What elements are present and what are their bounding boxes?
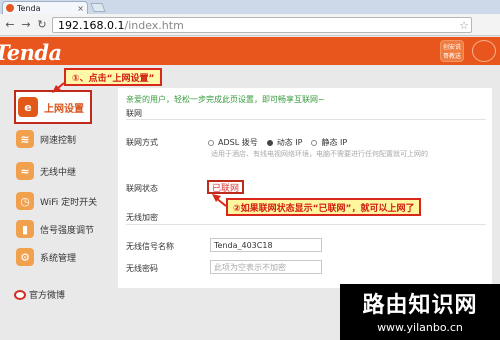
connection-status-label: 联网状态 [126, 184, 158, 193]
wireless-password-label: 无线密码 [126, 264, 158, 273]
sidebar-nav: e 上网设置 ≋ 网速控制 ≈ 无线中继 ◷ WiFi 定时开关 ▮ 信号强度调… [10, 88, 106, 308]
badge-line-2: 哥教送 [442, 53, 461, 60]
tenda-favicon-icon [6, 4, 14, 12]
official-weibo-link[interactable]: 官方微博 [14, 288, 65, 301]
site-watermark: 路由知识网 www.yilanbo.cn [340, 284, 500, 340]
sidebar-item-speed-control[interactable]: ≋ 网速控制 [16, 126, 104, 152]
timer-icon: ◷ [16, 192, 34, 210]
new-tab-button[interactable] [90, 3, 106, 12]
section-internet-heading: 联网 [126, 109, 142, 118]
radio-label: 静态 IP [321, 138, 348, 147]
speed-icon: ≋ [16, 130, 34, 148]
connection-type-hint: 适用于酒店、有线电视网络环境，电脑不需要进行任何配置就可上网的 [211, 150, 428, 158]
main-panel: 亲爱的用户，轻松一步完成此页设置，即可畅享互联网~ 联网 联网方式 ADSL 拨… [118, 88, 492, 288]
sidebar-item-wifi-timer[interactable]: ◷ WiFi 定时开关 [16, 188, 104, 214]
address-bar[interactable]: 192.168.0.1/index.htm ☆ [52, 17, 472, 33]
gear-icon: ⚙ [16, 248, 34, 266]
ssid-label: 无线信号名称 [126, 242, 174, 251]
radio-adsl[interactable]: ADSL 拨号 [208, 137, 258, 148]
sidebar-item-label: 网速控制 [40, 135, 77, 146]
greeting-text: 亲爱的用户，轻松一步完成此页设置，即可畅享互联网~ [126, 95, 325, 104]
internet-icon: e [18, 97, 38, 117]
wireless-password-input[interactable] [210, 260, 322, 274]
bookmark-star-icon[interactable]: ☆ [459, 19, 469, 32]
sidebar-item-system-management[interactable]: ⚙ 系统管理 [16, 244, 104, 270]
section-wireless-heading: 无线加密 [126, 213, 158, 222]
tab-close-icon[interactable]: × [77, 4, 84, 13]
watermark-title: 路由知识网 [362, 293, 478, 318]
sidebar-item-internet-settings[interactable]: e 上网设置 [14, 90, 92, 124]
sidebar-item-label: WiFi 定时开关 [40, 197, 98, 208]
url-path: /index.htm [124, 18, 184, 32]
radio-static-ip[interactable]: 静态 IP [311, 137, 347, 148]
step2-callout: ②如果联网状态显示“已联网”，就可以上网了 [226, 198, 422, 216]
brand-badge: 创安说 哥教送 [440, 40, 464, 62]
weibo-label: 官方微博 [29, 291, 66, 301]
section-divider [126, 224, 486, 225]
section-divider [126, 119, 486, 120]
sidebar-item-signal-strength[interactable]: ▮ 信号强度调节 [16, 216, 104, 242]
ssid-input[interactable] [210, 238, 322, 252]
browser-tabstrip: Tenda × [0, 0, 500, 14]
connection-type-radios: ADSL 拨号 动态 IP 静态 IP [208, 137, 356, 148]
sidebar-item-wireless-repeater[interactable]: ≈ 无线中继 [16, 158, 104, 184]
sidebar-item-label: 无线中继 [40, 167, 77, 178]
radio-dynamic-ip[interactable]: 动态 IP [266, 137, 303, 148]
weibo-icon [14, 289, 26, 300]
url-host: 192.168.0.1 [58, 18, 125, 32]
badge-line-1: 创安说 [442, 44, 461, 51]
browser-toolbar: ← → ↻ 192.168.0.1/index.htm ☆ [0, 14, 500, 36]
radio-button[interactable] [266, 139, 273, 146]
browser-tab[interactable]: Tenda × [2, 1, 88, 14]
tenda-logo: Tenda [0, 40, 62, 65]
radio-button[interactable] [208, 139, 214, 146]
tab-title: Tenda [17, 3, 41, 13]
sidebar-item-label: 信号强度调节 [40, 225, 95, 236]
radio-label: 动态 IP [276, 138, 303, 147]
radio-label: ADSL 拨号 [218, 138, 258, 147]
sidebar-item-label: 系统管理 [40, 253, 77, 264]
sidebar-item-label: 上网设置 [44, 103, 84, 115]
back-icon[interactable]: ← [3, 18, 17, 32]
connection-status-value: 已联网 [207, 180, 245, 194]
connection-type-label: 联网方式 [126, 138, 158, 147]
step1-callout: ①、点击“上网设置” [64, 68, 163, 86]
forward-icon[interactable]: → [19, 18, 33, 32]
signal-icon: ▮ [16, 220, 34, 238]
watermark-url: www.yilanbo.cn [377, 321, 463, 334]
tenda-header: Tenda 创安说 哥教送 [0, 37, 500, 65]
reload-icon[interactable]: ↻ [35, 18, 49, 32]
brand-globe-icon [472, 40, 496, 62]
repeater-icon: ≈ [16, 162, 34, 180]
radio-button[interactable] [311, 139, 318, 146]
